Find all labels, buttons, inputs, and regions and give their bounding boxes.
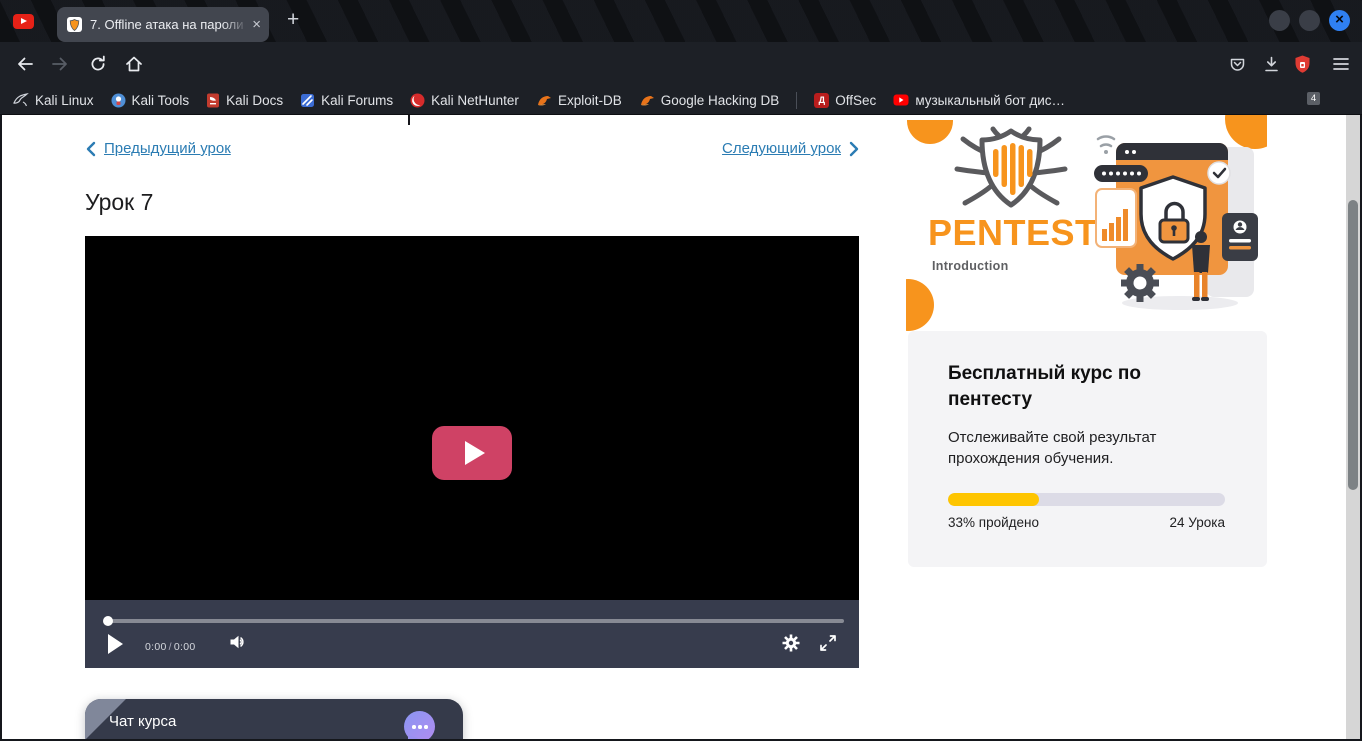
window-controls: × — [1269, 10, 1350, 31]
bookmark-kali-forums[interactable]: Kali Forums — [300, 93, 393, 108]
bookmarks-separator — [796, 92, 797, 109]
kali-forums-icon — [300, 93, 315, 108]
chat-title: Чат курса — [109, 713, 176, 730]
browser-tab[interactable]: 7. Offline атака на пароли × — [57, 7, 269, 42]
page-content: Предыдущий урок Следующий урок Урок 7 0:… — [2, 115, 1346, 739]
bookmark-label: Kali Linux — [35, 93, 94, 108]
scrollbar-thumb[interactable] — [1348, 200, 1358, 490]
kali-dragon-icon — [13, 93, 29, 107]
tab-favicon-icon — [67, 17, 82, 32]
orange-circle-decoration — [907, 120, 953, 144]
adblock-extension-icon[interactable] — [1290, 52, 1314, 76]
bookmark-kali-tools[interactable]: Kali Tools — [111, 93, 190, 108]
youtube-icon — [893, 94, 909, 106]
bookmark-offsec[interactable]: Д OffSec — [814, 93, 876, 108]
big-play-button[interactable] — [432, 426, 512, 480]
bookmarks-toolbar: Kali Linux Kali Tools Kali Docs Kali For… — [0, 86, 1362, 115]
progress-percent-label: 33% пройдено — [948, 515, 1039, 530]
maximize-button[interactable] — [1299, 10, 1320, 31]
bookmark-label: Kali Docs — [226, 93, 283, 108]
minimize-button[interactable] — [1269, 10, 1290, 31]
offsec-icon: Д — [814, 93, 829, 108]
pocket-icon[interactable] — [1225, 52, 1249, 76]
volume-icon[interactable] — [228, 633, 248, 651]
page-scrollbar[interactable] — [1346, 115, 1360, 739]
close-button[interactable]: × — [1329, 10, 1350, 31]
bookmark-label: музыкальный бот дис… — [915, 93, 1065, 108]
navigation-toolbar: https://codeby.school/training/view/urok… — [0, 42, 1362, 86]
brand-name: PENTEST — [928, 212, 1098, 254]
bookmark-label: Google Hacking DB — [661, 93, 780, 108]
reload-button[interactable] — [86, 52, 110, 76]
next-lesson-link[interactable]: Следующий урок — [722, 140, 860, 157]
bookmark-kali-nethunter[interactable]: Kali NetHunter — [410, 93, 519, 108]
player-controls: 0:00/0:00 — [85, 600, 859, 668]
title-bar: 7. Offline атака на пароли × + × — [0, 0, 1362, 42]
bookmark-label: Kali Forums — [321, 93, 393, 108]
progress-labels: 33% пройдено 24 Урока — [948, 515, 1225, 530]
google-hacking-db-bird-icon — [639, 94, 655, 107]
kali-docs-icon — [206, 93, 220, 108]
settings-gear-icon[interactable] — [781, 633, 801, 653]
bookmark-exploit-db[interactable]: Exploit-DB — [536, 93, 622, 108]
video-player: 0:00/0:00 — [85, 236, 859, 668]
bookmark-kali-docs[interactable]: Kali Docs — [206, 93, 283, 108]
chevron-right-icon — [849, 141, 860, 157]
brand-subtitle: Introduction — [932, 259, 1009, 273]
tab-title: 7. Offline атака на пароли — [90, 17, 248, 32]
page-title: Урок 7 — [85, 189, 153, 216]
course-chat-widget[interactable]: Чат курса — [85, 699, 463, 739]
lessons-count-label: 24 Урока — [1170, 515, 1225, 530]
kali-tools-icon — [111, 93, 126, 108]
lesson-navigation: Предыдущий урок Следующий урок — [85, 140, 860, 157]
orange-circle-decoration — [906, 279, 934, 331]
clipped-heading-fragment — [408, 115, 410, 125]
pentest-bug-logo-icon — [951, 121, 1071, 216]
course-banner[interactable]: PENTEST Introduction — [906, 115, 1267, 333]
youtube-icon[interactable] — [13, 14, 34, 29]
bookmark-label: OffSec — [835, 93, 876, 108]
security-illustration — [1088, 125, 1266, 325]
new-tab-button[interactable]: + — [287, 8, 299, 32]
forward-button[interactable] — [48, 52, 72, 76]
bookmark-label: Kali NetHunter — [431, 93, 519, 108]
card-description: Отслеживайте свой результат прохождения … — [948, 427, 1208, 469]
bookmark-music-bot[interactable]: музыкальный бот дис… — [893, 93, 1065, 108]
seek-handle[interactable] — [103, 616, 113, 626]
kali-nethunter-icon — [410, 93, 425, 108]
bookmark-label: Exploit-DB — [558, 93, 622, 108]
home-button[interactable] — [122, 52, 146, 76]
bookmark-label: Kali Tools — [132, 93, 190, 108]
bookmark-google-hacking-db[interactable]: Google Hacking DB — [639, 93, 780, 108]
time-display: 0:00/0:00 — [145, 641, 196, 653]
progress-bar — [948, 493, 1225, 506]
course-progress-card: Бесплатный курс по пентесту Отслеживайте… — [908, 331, 1267, 567]
bookmark-kali-linux[interactable]: Kali Linux — [13, 93, 94, 108]
play-button[interactable] — [108, 634, 123, 654]
back-button[interactable] — [13, 52, 37, 76]
exploit-db-bird-icon — [536, 94, 552, 107]
browser-window: 7. Offline атака на пароли × + × https:/… — [0, 0, 1362, 741]
downloads-icon[interactable] — [1259, 52, 1283, 76]
progress-fill — [948, 493, 1039, 506]
chevron-left-icon — [85, 141, 96, 157]
prev-lesson-link[interactable]: Предыдущий урок — [85, 140, 231, 157]
tab-close-icon[interactable]: × — [252, 16, 261, 33]
extension-badge: 4 — [1307, 92, 1320, 105]
fullscreen-icon[interactable] — [819, 634, 837, 652]
card-title: Бесплатный курс по пентесту — [948, 361, 1198, 413]
chat-bubble-icon[interactable] — [404, 711, 435, 739]
seek-bar[interactable] — [104, 619, 844, 623]
video-screen[interactable] — [85, 236, 859, 600]
menu-hamburger-icon[interactable] — [1329, 52, 1353, 76]
